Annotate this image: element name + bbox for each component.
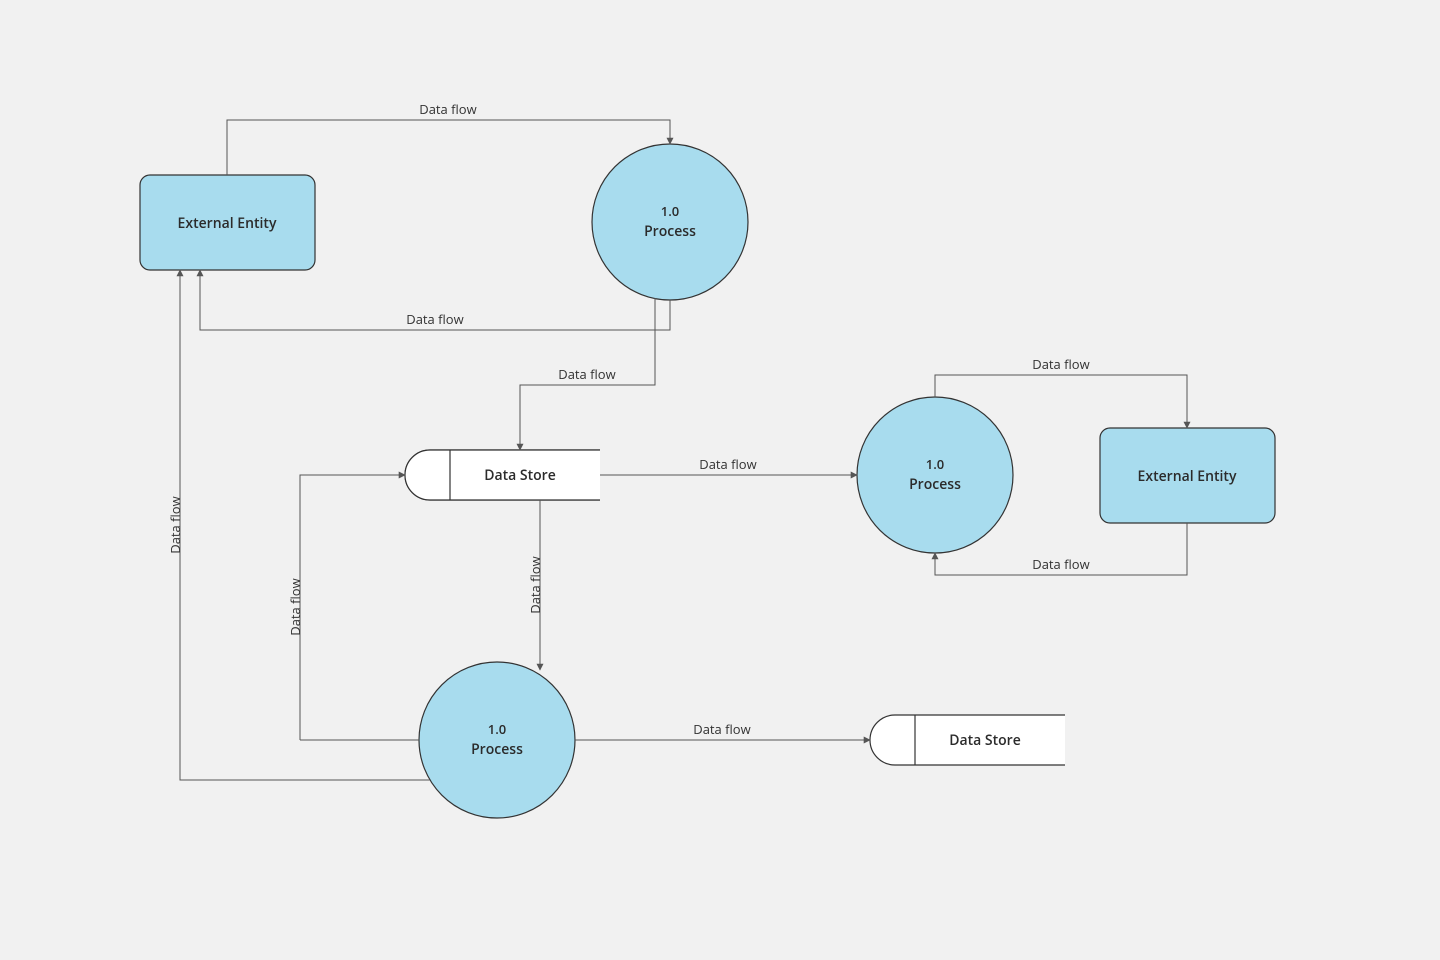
process-1[interactable]: 1.0 Process: [592, 144, 748, 300]
flow-process3-to-entity1-label: Data flow: [166, 496, 184, 553]
data-store-2[interactable]: Data Store: [870, 715, 1065, 765]
process-3-label: Process: [471, 740, 523, 759]
flow-process1-to-store1-label: Data flow: [558, 365, 615, 383]
external-entity-1[interactable]: External Entity: [140, 175, 315, 270]
flow-process3-to-store2-label: Data flow: [693, 720, 750, 738]
flow-entity1-to-process1: [227, 120, 670, 175]
data-store-1[interactable]: Data Store: [405, 450, 600, 500]
external-entity-1-label: External Entity: [178, 214, 277, 233]
flow-store1-to-process3-label: Data flow: [526, 556, 544, 613]
process-2-label: Process: [909, 475, 961, 494]
flow-process2-to-entity2-label: Data flow: [1032, 355, 1089, 373]
flow-process3-to-store1-label: Data flow: [286, 578, 304, 635]
process-1-label: Process: [644, 222, 696, 241]
process-3-num: 1.0: [488, 720, 506, 738]
process-2-num: 1.0: [926, 455, 944, 473]
flow-process3-to-entity1: [180, 270, 430, 780]
data-store-2-label: Data Store: [949, 731, 1021, 750]
process-3[interactable]: 1.0 Process: [419, 662, 575, 818]
flow-process1-to-entity1-label: Data flow: [406, 310, 463, 328]
flow-entity1-to-process1-label: Data flow: [419, 100, 476, 118]
external-entity-2[interactable]: External Entity: [1100, 428, 1275, 523]
flow-entity2-to-process2-label: Data flow: [1032, 555, 1089, 573]
flow-store1-to-process2-label: Data flow: [699, 455, 756, 473]
dfd-canvas: External Entity 1.0 Process Data Store 1…: [0, 0, 1440, 960]
process-1-num: 1.0: [661, 202, 679, 220]
data-store-1-label: Data Store: [484, 466, 556, 485]
process-2[interactable]: 1.0 Process: [857, 397, 1013, 553]
flow-process3-to-store1: [300, 475, 405, 740]
external-entity-2-label: External Entity: [1138, 467, 1237, 486]
